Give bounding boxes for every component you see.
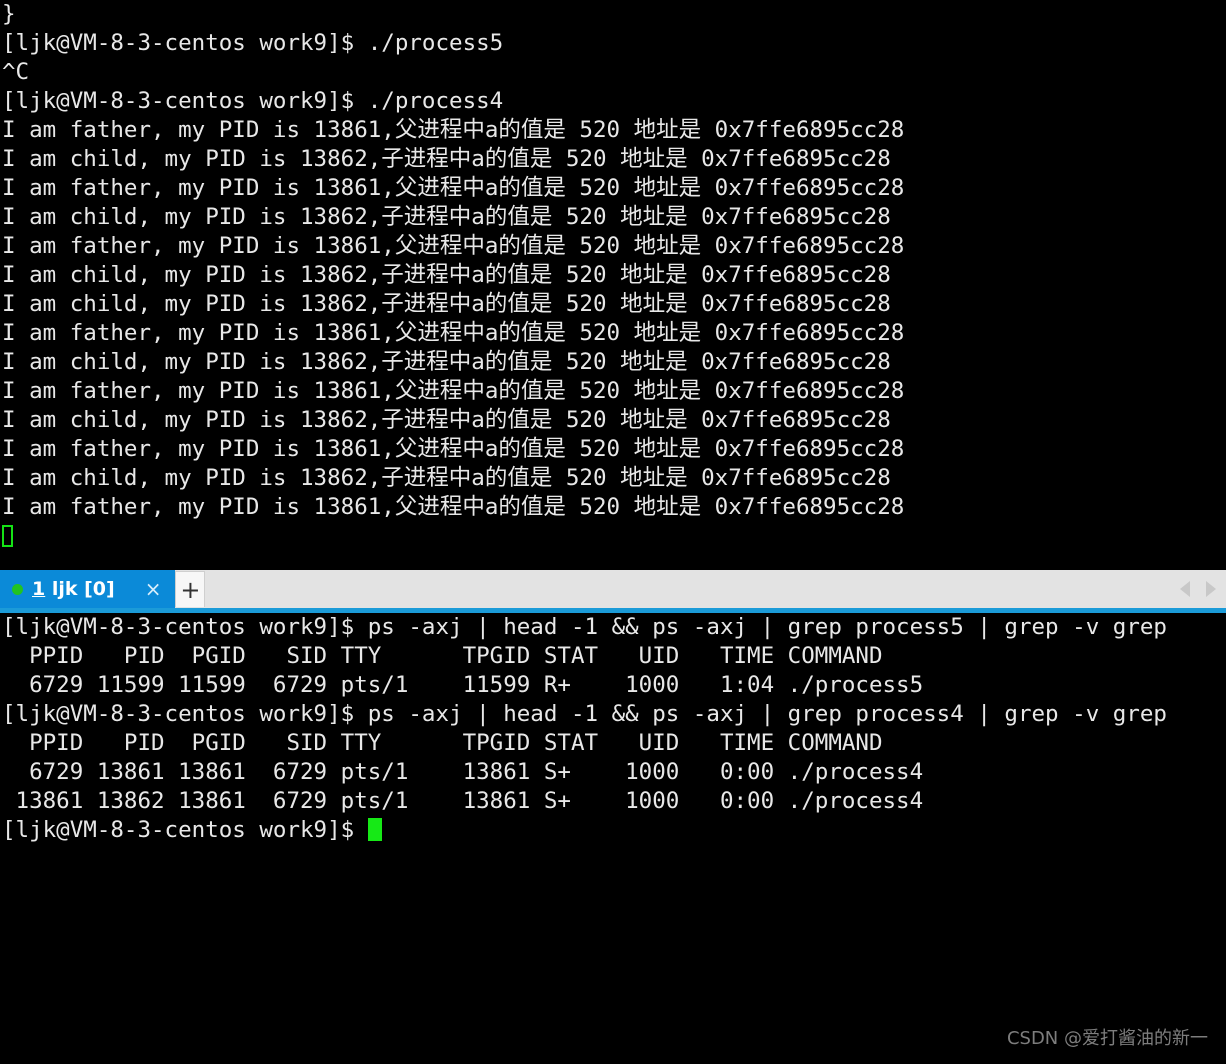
terminal-line: [ljk@VM-8-3-centos work9]$ ./process4	[2, 88, 504, 114]
terminal-line: I am father, my PID is 13861,父进程中a的值是 52…	[2, 175, 905, 201]
terminal-line: [ljk@VM-8-3-centos work9]$ ps -axj | hea…	[2, 614, 1167, 640]
terminal-line: I am father, my PID is 13861,父进程中a的值是 52…	[2, 494, 905, 520]
terminal-line: 13861 13862 13861 6729 pts/1 13861 S+ 10…	[2, 788, 924, 814]
terminal-line: I am child, my PID is 13862,子进程中a的值是 520…	[2, 349, 891, 375]
terminal-line: PPID PID PGID SID TTY TPGID STAT UID TIM…	[2, 730, 883, 756]
terminal-line: I am child, my PID is 13862,子进程中a的值是 520…	[2, 146, 891, 172]
terminal-line: ^C	[2, 59, 30, 85]
terminal-cursor-line	[0, 522, 1226, 551]
shell-prompt: [ljk@VM-8-3-centos work9]$	[2, 817, 368, 843]
terminal-line: PPID PID PGID SID TTY TPGID STAT UID TIM…	[2, 643, 883, 669]
terminal-line: [ljk@VM-8-3-centos work9]$ ps -axj | hea…	[2, 701, 1167, 727]
terminal-line: I am father, my PID is 13861,父进程中a的值是 52…	[2, 378, 905, 404]
tab-ljk[interactable]: 1 ljk [0] ×	[0, 570, 176, 608]
terminal-line: I am father, my PID is 13861,父进程中a的值是 52…	[2, 320, 905, 346]
terminal-pane-bottom[interactable]: [ljk@VM-8-3-centos work9]$ ps -axj | hea…	[0, 613, 1226, 1064]
terminal-cursor-active	[367, 818, 382, 841]
terminal-cursor-inactive	[2, 525, 13, 547]
terminal-line: 6729 11599 11599 6729 pts/1 11599 R+ 100…	[2, 672, 924, 698]
terminal-line: }	[2, 1, 16, 27]
tab-status-dot-icon	[12, 583, 23, 595]
terminal-line: I am father, my PID is 13861,父进程中a的值是 52…	[2, 233, 905, 259]
scroll-left-arrow-icon[interactable]	[1180, 581, 1190, 597]
terminal-line: I am child, my PID is 13862,子进程中a的值是 520…	[2, 465, 891, 491]
tab-close-icon[interactable]: ×	[139, 579, 168, 599]
terminal-line: I am child, my PID is 13862,子进程中a的值是 520…	[2, 291, 891, 317]
tab-scroll-controls	[1180, 570, 1226, 608]
tab-label: 1 ljk [0]	[32, 578, 115, 600]
new-tab-button[interactable]: +	[175, 571, 206, 607]
terminal-line: I am child, my PID is 13862,子进程中a的值是 520…	[2, 262, 891, 288]
tab-bar-filler	[205, 570, 1180, 608]
tab-bar-container: 1 ljk [0] × +	[0, 560, 1226, 613]
tab-name: ljk [0]	[45, 578, 115, 600]
scroll-right-arrow-icon[interactable]	[1206, 581, 1216, 597]
terminal-line: 6729 13861 13861 6729 pts/1 13861 S+ 100…	[2, 759, 924, 785]
terminal-line: I am father, my PID is 13861,父进程中a的值是 52…	[2, 436, 905, 462]
terminal-pane-top[interactable]: } [ljk@VM-8-3-centos work9]$ ./process5 …	[0, 0, 1226, 560]
terminal-line: I am child, my PID is 13862,子进程中a的值是 520…	[2, 204, 891, 230]
tab-bar: 1 ljk [0] × +	[0, 570, 1226, 608]
tab-index: 1	[32, 578, 46, 600]
terminal-line: I am father, my PID is 13861,父进程中a的值是 52…	[2, 117, 905, 143]
terminal-prompt-line: [ljk@VM-8-3-centos work9]$	[0, 816, 1226, 845]
watermark: CSDN @爱打酱油的新一	[1006, 1028, 1208, 1049]
terminal-line: I am child, my PID is 13862,子进程中a的值是 520…	[2, 407, 891, 433]
terminal-line: [ljk@VM-8-3-centos work9]$ ./process5	[2, 30, 504, 56]
